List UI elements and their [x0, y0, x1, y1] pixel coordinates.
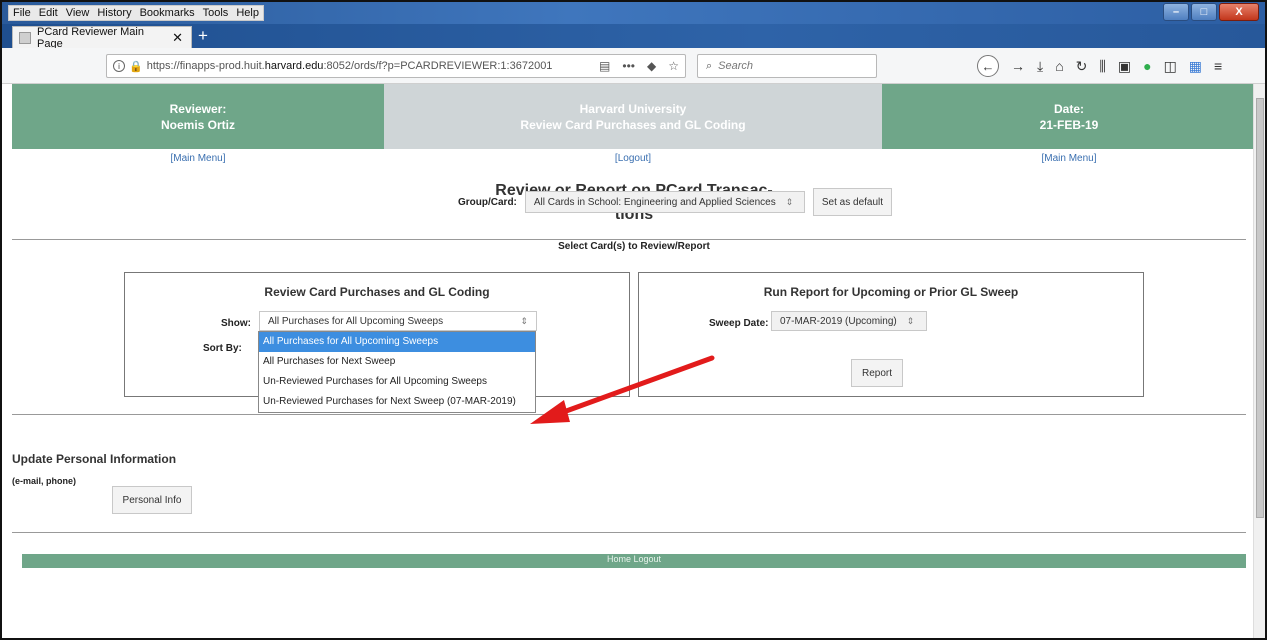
- arrow-shaft: [555, 355, 715, 417]
- arrow-head: [530, 400, 570, 424]
- browser-window: File Edit View History Bookmarks Tools H…: [0, 0, 1267, 640]
- red-annotation-arrow: [530, 355, 715, 424]
